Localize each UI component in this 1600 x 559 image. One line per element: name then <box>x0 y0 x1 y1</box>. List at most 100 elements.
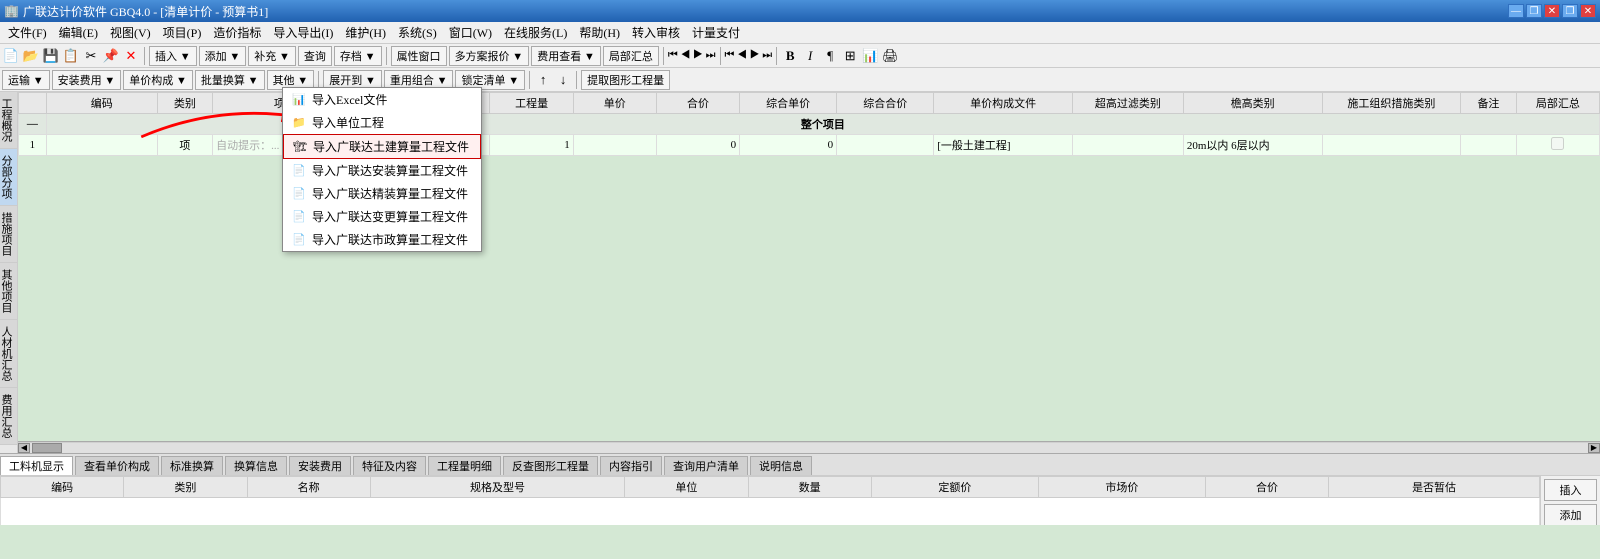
scissors-icon[interactable]: ✂ <box>82 47 100 65</box>
unit-price-button[interactable]: 单价构成 ▼ <box>123 70 193 90</box>
transport-button[interactable]: 运输 ▼ <box>2 70 50 90</box>
save-file-button[interactable]: 存档 ▼ <box>334 46 382 66</box>
new-icon[interactable]: 📄 <box>2 47 20 65</box>
separator3 <box>663 47 664 65</box>
tab-features[interactable]: 特征及内容 <box>353 456 426 475</box>
print-icon[interactable]: 🖨 <box>881 47 899 65</box>
tab-quantity-detail[interactable]: 工程量明细 <box>428 456 501 475</box>
separator2 <box>386 47 387 65</box>
save-icon[interactable]: 💾 <box>42 47 60 65</box>
dropdown-item-2[interactable]: 🏗导入广联达土建算量工程文件 <box>283 134 481 159</box>
menu-item-9[interactable]: 在线服务(L) <box>498 24 573 42</box>
table-row-section: — 整个项目 <box>19 114 1600 135</box>
menu-item-4[interactable]: 造价指标 <box>207 24 267 42</box>
add-button[interactable]: 添加 ▼ <box>199 46 247 66</box>
menu-item-7[interactable]: 系统(S) <box>392 24 443 42</box>
th-note: 备注 <box>1461 93 1516 114</box>
tab-content-guide[interactable]: 内容指引 <box>600 456 662 475</box>
tab-install-fee[interactable]: 安装费用 <box>289 456 351 475</box>
close-button[interactable]: ✕ <box>1544 4 1560 18</box>
menu-item-8[interactable]: 窗口(W) <box>443 24 498 42</box>
th-price-file: 单价构成文件 <box>934 93 1073 114</box>
table-icon[interactable]: ⊞ <box>841 47 859 65</box>
down-icon[interactable]: ↓ <box>554 71 572 89</box>
menu-item-6[interactable]: 维护(H) <box>339 24 392 42</box>
bold-icon[interactable]: B <box>781 47 799 65</box>
main-table-container[interactable]: 编码 类别 项目特征 单位 含量 工程量 单价 合价 综合单价 综合合价 单价构… <box>18 92 1600 441</box>
insert-right-button[interactable]: 插入 <box>1544 479 1597 501</box>
scroll-right-btn[interactable]: ▶ <box>1588 443 1600 453</box>
dropdown-item-0[interactable]: 📊导入Excel文件 <box>283 88 481 111</box>
dropdown-item-4[interactable]: 📄导入广联达精装算量工程文件 <box>283 182 481 205</box>
bottom-area: 工料机显示 查看单价构成 标准换算 换算信息 安装费用 特征及内容 工程量明细 … <box>0 453 1600 525</box>
dropdown-item-6[interactable]: 📄导入广联达市政算量工程文件 <box>283 228 481 251</box>
bth-cat: 类别 <box>124 477 247 498</box>
menu-item-10[interactable]: 帮助(H) <box>573 24 626 42</box>
tab-unit-price[interactable]: 查看单价构成 <box>75 456 159 475</box>
extract-quantity-button[interactable]: 提取图形工程量 <box>581 70 670 90</box>
tab-calc-info[interactable]: 换算信息 <box>225 456 287 475</box>
restore-inner-button[interactable]: ❐ <box>1562 4 1578 18</box>
scroll-thumb[interactable] <box>32 443 62 453</box>
close-inner-button[interactable]: ✕ <box>1580 4 1596 18</box>
sidebar-tab-fee[interactable]: 费用汇总 <box>0 388 17 445</box>
bth-estimate: 是否暂估 <box>1329 477 1540 498</box>
cell-section-label: 整个项目 <box>46 114 1599 135</box>
dropdown-item-3[interactable]: 📄导入广联达安装算量工程文件 <box>283 159 481 182</box>
install-fee-button[interactable]: 安装费用 ▼ <box>52 70 122 90</box>
paste-icon[interactable]: 📌 <box>102 47 120 65</box>
multi-plan-button[interactable]: 多方案报价 ▼ <box>449 46 530 66</box>
tab-reverse-check[interactable]: 反查图形工程量 <box>503 456 598 475</box>
scroll-left-btn[interactable]: ◀ <box>18 443 30 453</box>
supplement-button[interactable]: 补充 ▼ <box>248 46 296 66</box>
delete-icon[interactable]: ✕ <box>122 47 140 65</box>
tab-material-display[interactable]: 工料机显示 <box>0 456 73 475</box>
sidebar-tab-measures[interactable]: 措施项目 <box>0 206 17 263</box>
minimize-button[interactable]: — <box>1508 4 1524 18</box>
menu-item-1[interactable]: 编辑(E) <box>53 24 104 42</box>
local-sum-button[interactable]: 局部汇总 <box>603 46 659 66</box>
up-icon[interactable]: ↑ <box>534 71 552 89</box>
tab-description[interactable]: 说明信息 <box>750 456 812 475</box>
batch-calc-button[interactable]: 批量换算 ▼ <box>195 70 265 90</box>
bth-market-price: 市场价 <box>1038 477 1205 498</box>
fee-view-button[interactable]: 费用查看 ▼ <box>531 46 601 66</box>
bth-spec: 规格及型号 <box>370 477 625 498</box>
paragraph-icon[interactable]: ¶ <box>821 47 839 65</box>
query-button[interactable]: 查询 <box>298 46 332 66</box>
copy-icon[interactable]: 📋 <box>62 47 80 65</box>
th-total: 合价 <box>656 93 739 114</box>
restore-outer-button[interactable]: ❐ <box>1526 4 1542 18</box>
tab-standard-calc[interactable]: 标准换算 <box>161 456 223 475</box>
menu-item-2[interactable]: 视图(V) <box>104 24 157 42</box>
toolbar-2: 运输 ▼ 安装费用 ▼ 单价构成 ▼ 批量换算 ▼ 其他 ▼ 展开到 ▼ 重用组… <box>0 68 1600 92</box>
import-export-dropdown[interactable]: 📊导入Excel文件📁导入单位工程🏗导入广联达土建算量工程文件📄导入广联达安装算… <box>282 87 482 252</box>
tab-user-list[interactable]: 查询用户清单 <box>664 456 748 475</box>
insert-button[interactable]: 插入 ▼ <box>149 46 197 66</box>
sidebar-tab-material[interactable]: 人材机汇总 <box>0 320 17 388</box>
separator5 <box>776 47 777 65</box>
sidebar-tab-section[interactable]: 分部分项 <box>0 149 17 206</box>
menu-item-3[interactable]: 项目(P) <box>157 24 208 42</box>
chart-icon[interactable]: 📊 <box>861 47 879 65</box>
th-construction: 施工组织措施类别 <box>1322 93 1461 114</box>
bottom-table-area: 编码 类别 名称 规格及型号 单位 数量 定额价 市场价 合价 是否暂估 <box>0 475 1600 525</box>
property-window-button[interactable]: 属性窗口 <box>391 46 447 66</box>
menu-bar: 文件(F)编辑(E)视图(V)项目(P)造价指标导入导出(I)维护(H)系统(S… <box>0 22 1600 44</box>
bth-name: 名称 <box>247 477 370 498</box>
dropdown-item-1[interactable]: 📁导入单位工程 <box>283 111 481 134</box>
cell-code <box>46 135 157 156</box>
sidebar-tab-overview[interactable]: 工程概况 <box>0 92 17 149</box>
menu-item-0[interactable]: 文件(F) <box>2 24 53 42</box>
sidebar-tab-other[interactable]: 其他项目 <box>0 263 17 320</box>
open-icon[interactable]: 📂 <box>22 47 40 65</box>
dropdown-item-5[interactable]: 📄导入广联达变更算量工程文件 <box>283 205 481 228</box>
menu-item-5[interactable]: 导入导出(I) <box>267 24 339 42</box>
cell-eave: 20m以内 6层以内 <box>1183 135 1322 156</box>
menu-item-12[interactable]: 计量支付 <box>686 24 746 42</box>
menu-item-11[interactable]: 转入审核 <box>626 24 686 42</box>
cell-id: 1 <box>19 135 47 156</box>
horizontal-scrollbar[interactable]: ◀ ▶ <box>18 441 1600 453</box>
italic-icon[interactable]: I <box>801 47 819 65</box>
add-right-button[interactable]: 添加 <box>1544 504 1597 525</box>
